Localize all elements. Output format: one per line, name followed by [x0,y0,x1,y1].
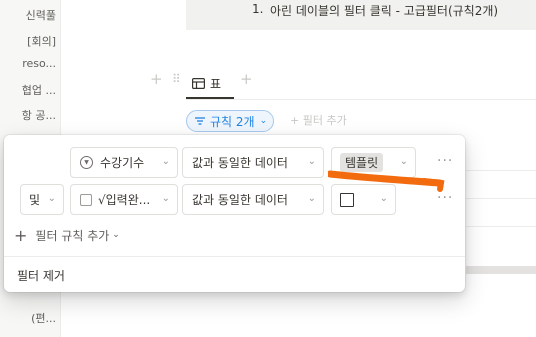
select-circle-icon: ▼ [80,156,93,169]
sidebar-item[interactable]: [회의] [0,33,60,49]
add-filter-label: 필터 추가 [302,114,347,127]
add-filter-rule-label: 필터 규칙 추가 [35,228,110,243]
filter-lines-icon [195,117,205,125]
sidebar-item[interactable]: reso... [0,57,60,70]
rule1-property-select[interactable]: ▼ 수강기수 ⌄ [70,147,178,178]
chevron-down-icon: ⌄ [161,156,170,167]
table-icon [192,77,205,89]
chevron-down-icon: ⌄ [307,156,316,167]
rule2-property-label: √입력완... [98,193,151,207]
callout-block: 1. 아린 데이블의 필터 클릭 - 고급필터(규칙2개) [186,0,536,30]
annotation-highlight-stroke [328,170,445,192]
rule1-operator-label: 값과 동일한 데이터 [192,156,288,170]
tab-label: 표 [210,76,222,91]
table-row-line [466,226,536,227]
chevron-down-icon: ⌄ [112,230,120,240]
add-block-icon[interactable]: + [150,70,163,88]
chevron-down-icon: ⌄ [307,193,316,204]
tabs-divider [186,99,536,100]
rule1-property-label: 수강기수 [100,156,145,170]
chevron-down-icon: ⌄ [161,193,170,204]
sidebar-item[interactable]: 항 공... [0,107,60,123]
plus-icon: + [14,225,28,245]
table-row-line [466,170,536,171]
rule1-more-icon[interactable]: ··· [437,153,453,169]
add-filter-button[interactable]: + 필터 추가 [290,112,347,128]
chevron-down-icon: ⌄ [47,193,56,204]
add-view-icon[interactable]: + [240,70,253,88]
rule2-property-select[interactable]: √입력완... ⌄ [70,184,178,215]
rule2-connector-select[interactable]: 및 ⌄ [20,184,64,215]
chevron-down-icon: ⌄ [259,116,268,126]
callout-text: 아린 데이블의 필터 클릭 - 고급필터(규칙2개) [270,4,499,18]
chevron-down-icon: ⌄ [399,156,408,167]
rule2-operator-select[interactable]: 값과 동일한 데이터 ⌄ [182,184,324,215]
rule1-operator-select[interactable]: 값과 동일한 데이터 ⌄ [182,147,324,178]
sidebar-item[interactable]: 신력풀 [0,7,60,23]
drag-handle-icon[interactable]: ⠿ [172,72,181,86]
active-tab-underline [186,97,234,99]
filter-rules-chip[interactable]: 규칙 2개 ⌄ [186,110,275,132]
sidebar-item[interactable]: (편... [0,310,60,326]
sidebar-item[interactable]: 협업 ... [0,82,60,98]
table-scrollbar[interactable] [466,266,536,274]
checkbox-icon [80,193,92,206]
remove-filter-button[interactable]: 필터 제거 [17,267,65,284]
filter-chip-label: 규칙 2개 [210,114,255,129]
tab-table-view[interactable]: 표 [192,72,221,94]
table-row-line [466,198,536,199]
rule2-operator-label: 값과 동일한 데이터 [192,193,288,207]
filter-popover: ▼ 수강기수 ⌄ 값과 동일한 데이터 ⌄ 템플릿 ⌄ ··· 및 ⌄ √입력완… [4,135,465,292]
popover-divider [4,256,465,257]
add-filter-rule-button[interactable]: + 필터 규칙 추가 ⌄ [14,224,120,246]
list-number: 1. [252,2,264,16]
rule2-connector-label: 및 [29,193,41,207]
